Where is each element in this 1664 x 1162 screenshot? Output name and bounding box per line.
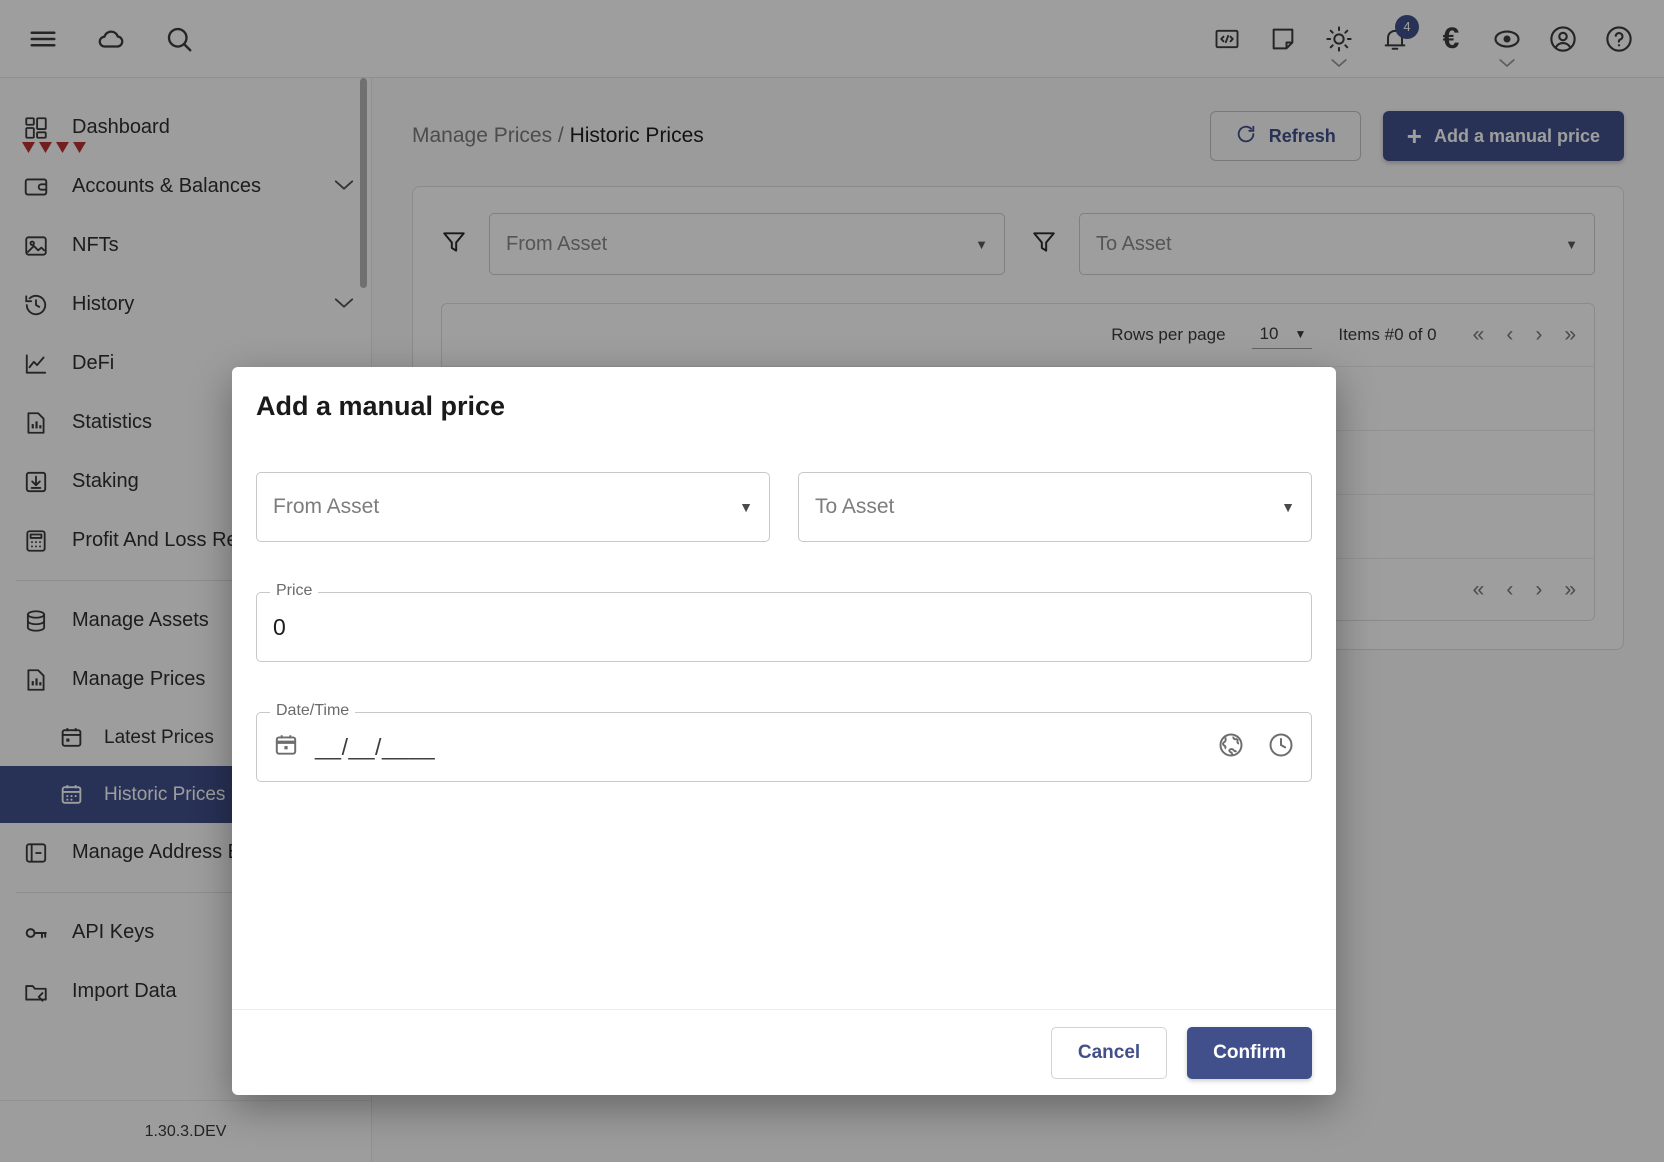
chevron-down-icon: ▼	[1281, 499, 1295, 515]
price-value: 0	[273, 613, 286, 640]
add-manual-price-dialog: Add a manual price From Asset ▼ To Asset…	[232, 367, 1336, 1095]
datetime-field[interactable]: Date/Time __/__/____	[256, 702, 1312, 782]
price-label: Price	[270, 582, 319, 600]
price-field[interactable]: Price 0	[256, 582, 1312, 662]
time-clock-icon[interactable]	[1267, 731, 1295, 764]
datetime-label: Date/Time	[270, 702, 356, 720]
timezone-globe-icon[interactable]	[1217, 731, 1245, 764]
dialog-to-asset-select[interactable]: To Asset ▼	[798, 472, 1312, 542]
datetime-actions	[1217, 731, 1295, 764]
calendar-icon[interactable]	[273, 732, 299, 763]
confirm-button[interactable]: Confirm	[1187, 1026, 1312, 1079]
dialog-title: Add a manual price	[256, 391, 506, 421]
dialog-footer: Cancel Confirm	[232, 1009, 1336, 1095]
datetime-inner: __/__/____	[273, 731, 1295, 764]
cancel-button[interactable]: Cancel	[1050, 1026, 1168, 1079]
from-asset-placeholder: From Asset	[273, 495, 380, 518]
asset-selection-row: From Asset ▼ To Asset ▼	[256, 472, 1312, 542]
dialog-body: From Asset ▼ To Asset ▼ Price 0 Date/Tim…	[232, 422, 1336, 1009]
chevron-down-icon: ▼	[739, 499, 753, 515]
dialog-from-asset-select[interactable]: From Asset ▼	[256, 472, 770, 542]
datetime-input[interactable]: __/__/____	[315, 734, 435, 761]
to-asset-placeholder: To Asset	[815, 495, 895, 518]
